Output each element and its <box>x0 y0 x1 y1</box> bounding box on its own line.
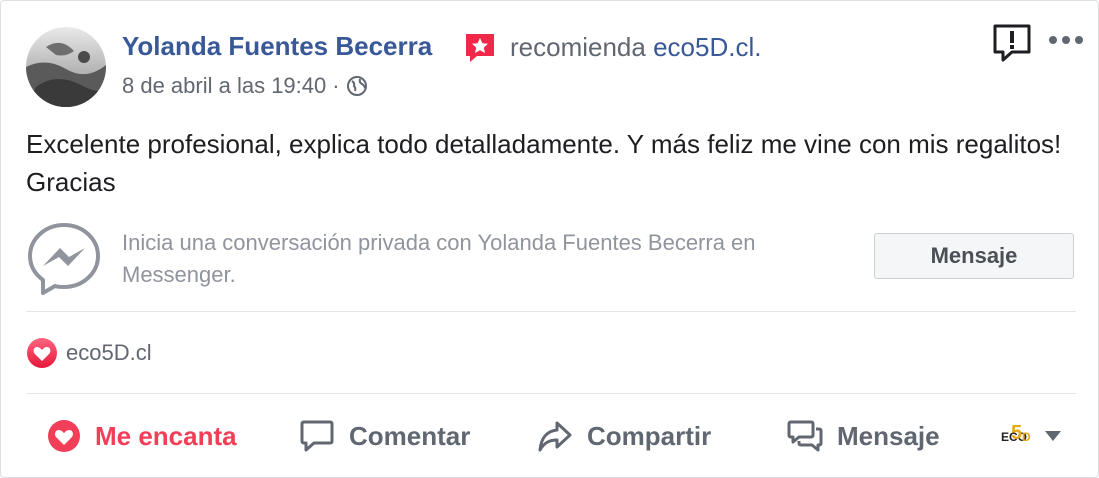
page-selector-dropdown[interactable]: ECO 5 D <box>1001 419 1063 453</box>
message-icon <box>787 420 823 452</box>
meta-separator: · <box>332 73 340 98</box>
divider <box>26 311 1076 312</box>
logo-five: 5 <box>1011 422 1023 444</box>
comment-label: Comentar <box>349 420 471 451</box>
messenger-prompt: Inicia una conversación privada con Yola… <box>122 230 756 287</box>
report-icon[interactable] <box>992 23 1032 63</box>
divider <box>26 393 1076 394</box>
share-label: Compartir <box>587 420 712 451</box>
author-avatar[interactable] <box>26 27 106 107</box>
action-bar: Me encanta Comentar Compartir Mensaje <box>1 405 1098 467</box>
post-body-text: Excelente profesional, explica todo deta… <box>26 129 1062 197</box>
send-message-button[interactable]: Mensaje <box>874 233 1074 279</box>
comment-icon <box>300 420 334 452</box>
recommend-verb: recomienda <box>510 32 646 62</box>
more-options-icon[interactable] <box>1047 33 1085 47</box>
page-logo: ECO 5 D <box>1001 420 1035 452</box>
reaction-summary[interactable]: eco5D.cl <box>26 337 152 369</box>
logo-d: D <box>1022 430 1031 444</box>
reaction-names[interactable]: eco5D.cl <box>66 340 152 366</box>
heart-icon <box>48 420 80 452</box>
share-button[interactable]: Compartir <box>537 405 711 467</box>
love-reaction-icon <box>26 337 58 369</box>
message-label: Mensaje <box>837 420 940 451</box>
chevron-down-icon <box>1045 431 1061 441</box>
post-timestamp[interactable]: 8 de abril a las 19:40 <box>122 73 326 99</box>
recommendation-star-icon <box>463 31 497 65</box>
recommendation-post: Yolanda Fuentes Becerra recomienda eco5D… <box>0 0 1099 478</box>
messenger-icon <box>26 221 102 297</box>
author-name-link[interactable]: Yolanda Fuentes Becerra <box>122 31 432 62</box>
love-reaction-button[interactable]: Me encanta <box>47 405 237 467</box>
comment-button[interactable]: Comentar <box>299 405 470 467</box>
globe-icon[interactable] <box>346 75 368 97</box>
post-meta: 8 de abril a las 19:40 · <box>122 73 368 99</box>
message-button[interactable]: Mensaje <box>787 405 940 467</box>
recommendation-text: recomienda eco5D.cl. <box>510 32 761 63</box>
love-label: Me encanta <box>95 420 237 451</box>
share-icon <box>538 421 572 452</box>
recommended-page-link[interactable]: eco5D.cl. <box>653 32 761 62</box>
